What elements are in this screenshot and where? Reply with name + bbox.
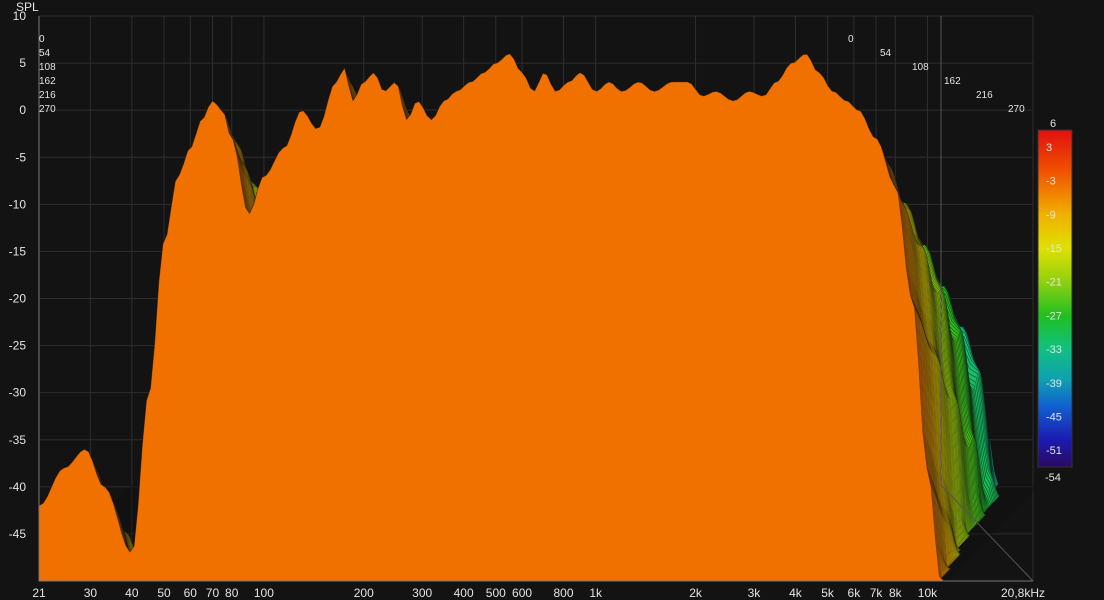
color-scale-max: 6 xyxy=(1050,118,1056,130)
depth-tick-label-right: 108 xyxy=(912,62,929,73)
y-tick-label: -35 xyxy=(9,433,27,447)
y-tick-label: -15 xyxy=(9,244,27,258)
x-tick-label: 300 xyxy=(412,586,432,600)
y-tick-label: 5 xyxy=(19,56,26,70)
color-scale: 6 -54 3 -3 -9 -15 -21 -27 -33 -39 -45 -51 xyxy=(1037,118,1073,484)
depth-tick-label-right: 270 xyxy=(1008,104,1025,115)
x-tick-label: 30 xyxy=(84,586,98,600)
x-tick-label: 80 xyxy=(225,586,239,600)
y-tick-label: -30 xyxy=(9,386,27,400)
x-tick-label: 21 xyxy=(32,586,46,600)
x-tick-label: 800 xyxy=(554,586,574,600)
y-tick-label: 10 xyxy=(13,9,27,23)
x-tick-label: 60 xyxy=(184,586,198,600)
y-tick-label: -40 xyxy=(9,480,27,494)
color-scale-tick: -39 xyxy=(1046,378,1062,390)
color-scale-tick: -27 xyxy=(1046,310,1062,322)
x-tick-label: 4k xyxy=(789,586,803,600)
color-scale-min: -54 xyxy=(1045,472,1061,484)
depth-tick-label-right: 162 xyxy=(944,76,961,87)
color-scale-tick: -45 xyxy=(1046,411,1062,423)
depth-tick-label-left: 0 xyxy=(39,34,45,45)
x-tick-label: 7k xyxy=(870,586,884,600)
color-scale-tick: -3 xyxy=(1046,176,1056,188)
waterfall-surface xyxy=(38,53,1040,582)
x-tick-label: 40 xyxy=(125,586,139,600)
x-tick-label: 20,8kHz xyxy=(1001,586,1045,600)
x-tick-label: 2k xyxy=(689,586,703,600)
x-tick-label: 500 xyxy=(486,586,506,600)
color-scale-tick: -9 xyxy=(1046,209,1056,221)
x-tick-label: 70 xyxy=(206,586,220,600)
waterfall-slice xyxy=(38,53,948,582)
depth-tick-label-left: 162 xyxy=(39,76,56,87)
color-scale-tick: -51 xyxy=(1046,445,1062,457)
waterfall-chart: SPL 1050-5-10-15-20-25-30-35-40-4521 30 40… xyxy=(9,0,1073,600)
x-tick-label: 600 xyxy=(512,586,532,600)
color-scale-tick: -33 xyxy=(1046,344,1062,356)
x-tick-label: 3k xyxy=(748,586,762,600)
depth-tick-label-left: 108 xyxy=(39,62,56,73)
x-tick-label: 1k xyxy=(589,586,603,600)
depth-tick-label-left: 270 xyxy=(39,104,56,115)
y-tick-label: -25 xyxy=(9,339,27,353)
y-tick-label: -20 xyxy=(9,292,27,306)
color-scale-tick: 3 xyxy=(1046,142,1052,154)
color-scale-tick: -15 xyxy=(1046,243,1062,255)
depth-tick-label-right: 54 xyxy=(880,48,892,59)
x-tick-label: 100 xyxy=(254,586,274,600)
y-tick-label: -45 xyxy=(9,527,27,541)
x-tick-label: 200 xyxy=(354,586,374,600)
x-tick-label: 6k xyxy=(848,586,862,600)
x-tick-label: 400 xyxy=(454,586,474,600)
y-tick-label: -10 xyxy=(9,197,27,211)
waterfall-slice-path xyxy=(38,53,948,582)
x-tick-label: 5k xyxy=(821,586,835,600)
y-tick-label: -5 xyxy=(15,150,26,164)
x-tick-label: 10k xyxy=(918,586,938,600)
color-scale-tick: -21 xyxy=(1046,277,1062,289)
depth-tick-label-right: 216 xyxy=(976,90,993,101)
x-tick-label: 50 xyxy=(157,586,171,600)
x-tick-label: 8k xyxy=(889,586,903,600)
y-tick-label: 0 xyxy=(19,103,26,117)
depth-tick-label-right: 0 xyxy=(848,34,854,45)
depth-tick-label-left: 216 xyxy=(39,90,56,101)
depth-tick-label-left: 54 xyxy=(39,48,51,59)
